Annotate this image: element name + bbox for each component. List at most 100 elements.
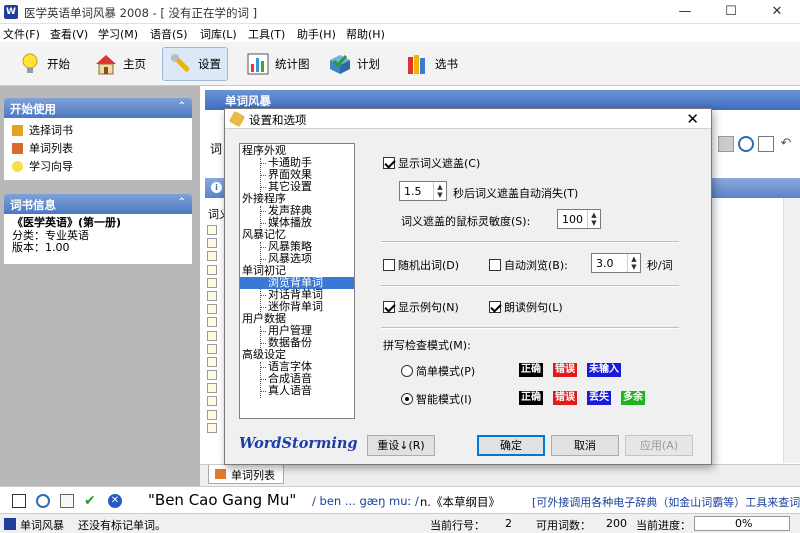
stats-button[interactable]: 统计图 — [240, 47, 316, 81]
book-info-header[interactable]: 词书信息 ⌃ — [4, 194, 192, 214]
book-version: 版本：1.00 — [12, 241, 70, 254]
tab-strip: 单词列表 — [200, 464, 800, 484]
random-word-label: 随机出词(D) — [398, 259, 460, 272]
app-icon — [4, 518, 16, 530]
smart-mode-radio[interactable]: 智能模式(I) — [401, 391, 472, 407]
panel-icon[interactable] — [718, 136, 734, 152]
row-checkbox[interactable] — [207, 277, 217, 288]
tree-item-human-voice[interactable]: 真人语音 — [268, 385, 312, 397]
row-checkbox[interactable] — [207, 304, 217, 315]
status-bar: 单词风暴 还没有标记单词。 当前行号： 2 可用词数： 200 当前进度： 0% — [0, 514, 800, 533]
close-icon[interactable]: ✕ — [686, 110, 699, 128]
sidebar-item-study-guide[interactable]: 学习向导 — [12, 157, 184, 175]
mouse-sensitivity-stepper[interactable]: 100 ▲ ▼ — [557, 209, 601, 229]
simple-mode-radio[interactable]: 简单模式(P) — [401, 363, 475, 379]
menu-bar: 文件(F) 查看(V) 学习(M) 语音(S) 词库(L) 工具(T) 助手(H… — [0, 24, 800, 42]
edit-icon[interactable] — [758, 136, 774, 152]
minimize-icon[interactable]: — — [662, 0, 708, 24]
sidebar-item-choose-book[interactable]: 选择词书 — [12, 121, 184, 139]
show-example-checkbox[interactable]: 显示例句(N) — [383, 299, 459, 315]
dialog-title: 设置和选项 — [249, 113, 307, 127]
row-checkbox[interactable] — [207, 383, 217, 394]
home-button[interactable]: 主页 — [88, 47, 152, 81]
checkbox-icon[interactable] — [12, 494, 26, 508]
browse-seconds-stepper[interactable]: 3.0 ▲ ▼ — [591, 253, 641, 273]
cancel-button[interactable]: 取消 — [551, 435, 619, 456]
browse-seconds-value: 3.0 — [596, 257, 614, 270]
ok-button[interactable]: 确定 — [477, 435, 545, 456]
menu-voice[interactable]: 语音(S) — [150, 26, 188, 42]
spin-arrows-icon[interactable]: ▲ ▼ — [627, 254, 640, 272]
sidebar-item-label: 单词列表 — [29, 142, 73, 155]
row-checkbox[interactable] — [207, 225, 217, 235]
book-title: 《医学英语》(第一册) — [12, 216, 122, 229]
checkbox-checked-icon — [489, 301, 501, 313]
row-checkbox[interactable] — [207, 317, 217, 328]
row-checkbox[interactable] — [207, 409, 217, 420]
info-icon: i — [211, 182, 222, 193]
edit-icon[interactable] — [60, 494, 74, 508]
mask-seconds-stepper[interactable]: 1.5 ▲ ▼ — [399, 181, 447, 201]
undo-icon[interactable]: ↶ — [778, 136, 794, 152]
sidebar-item-label: 学习向导 — [29, 160, 73, 173]
menu-file[interactable]: 文件(F) — [3, 26, 40, 42]
row-checkbox[interactable] — [207, 264, 217, 275]
status-message: 还没有标记单词。 — [78, 519, 166, 532]
apply-button[interactable]: 应用(A) — [625, 435, 693, 456]
sample-extra-tag: 多余 — [621, 391, 645, 405]
search-icon[interactable] — [36, 494, 50, 508]
close-icon[interactable]: ✕ — [754, 0, 800, 24]
sample-correct-tag: 正确 — [519, 363, 543, 377]
cancel-icon[interactable]: ✕ — [108, 494, 122, 508]
brand-logo: WordStorming — [239, 435, 358, 452]
settings-button[interactable]: 设置 — [162, 47, 228, 81]
row-checkbox[interactable] — [207, 238, 217, 249]
row-number-value: 2 — [505, 517, 512, 530]
auto-browse-checkbox[interactable]: 自动浏览(B): — [489, 257, 568, 273]
vertical-scrollbar[interactable] — [783, 198, 800, 463]
bar-chart-icon — [246, 52, 270, 76]
search-icon[interactable] — [738, 136, 754, 152]
menu-help[interactable]: 帮助(H) — [346, 26, 385, 42]
collapse-chevron-icon[interactable]: ⌃ — [178, 197, 186, 208]
check-icon[interactable]: ✔ — [84, 494, 98, 508]
show-mask-checkbox[interactable]: 显示词义遮盖(C) — [383, 155, 480, 171]
row-checkbox[interactable] — [207, 251, 217, 262]
sidebar-item-word-list[interactable]: 单词列表 — [12, 139, 184, 157]
row-checkbox[interactable] — [207, 370, 217, 381]
wrench-icon — [169, 52, 193, 76]
menu-library[interactable]: 词库(L) — [200, 26, 237, 42]
menu-helper[interactable]: 助手(H) — [297, 26, 336, 42]
books-label: 选书 — [435, 57, 458, 71]
menu-tools[interactable]: 工具(T) — [248, 26, 285, 42]
random-word-checkbox[interactable]: 随机出词(D) — [383, 257, 459, 273]
row-checkbox[interactable] — [207, 330, 217, 341]
collapse-chevron-icon[interactable]: ⌃ — [178, 101, 186, 112]
spin-arrows-icon[interactable]: ▲ ▼ — [587, 210, 600, 228]
choose-book-button[interactable]: 选书 — [400, 47, 464, 81]
menu-study[interactable]: 学习(M) — [98, 26, 138, 42]
row-checkbox[interactable] — [207, 356, 217, 367]
word-label-fragment: 词 — [210, 142, 223, 156]
word-count-label: 可用词数： — [536, 519, 591, 532]
reset-button[interactable]: 重设↓(R) — [367, 435, 435, 456]
maximize-icon[interactable]: ☐ — [708, 0, 754, 24]
menu-view[interactable]: 查看(V) — [50, 26, 88, 42]
start-panel-header[interactable]: 开始使用 ⌃ — [4, 98, 192, 118]
row-checkbox[interactable] — [207, 343, 217, 354]
mask-seconds-label: 秒后词义遮盖自动消失(T) — [453, 187, 579, 200]
dialog-title-bar: 设置和选项 ✕ — [225, 109, 711, 129]
read-example-checkbox[interactable]: 朗读例句(L) — [489, 299, 563, 315]
sample-missing-tag: 未输入 — [587, 363, 621, 377]
start-button[interactable]: 开始 — [12, 47, 76, 81]
row-checkbox[interactable] — [207, 290, 217, 301]
plan-button[interactable]: 计划 — [322, 47, 386, 81]
tab-word-list[interactable]: 单词列表 — [208, 465, 284, 484]
row-checkbox[interactable] — [207, 422, 217, 433]
list-icon — [12, 142, 23, 154]
spin-arrows-icon[interactable]: ▲ ▼ — [433, 182, 446, 200]
progress-label: 当前进度： — [636, 519, 691, 532]
row-checkbox[interactable] — [207, 396, 217, 407]
smart-mode-label: 智能模式(I) — [416, 393, 472, 406]
word-pronunciation: / ben ... gæŋ muː / — [312, 494, 419, 508]
